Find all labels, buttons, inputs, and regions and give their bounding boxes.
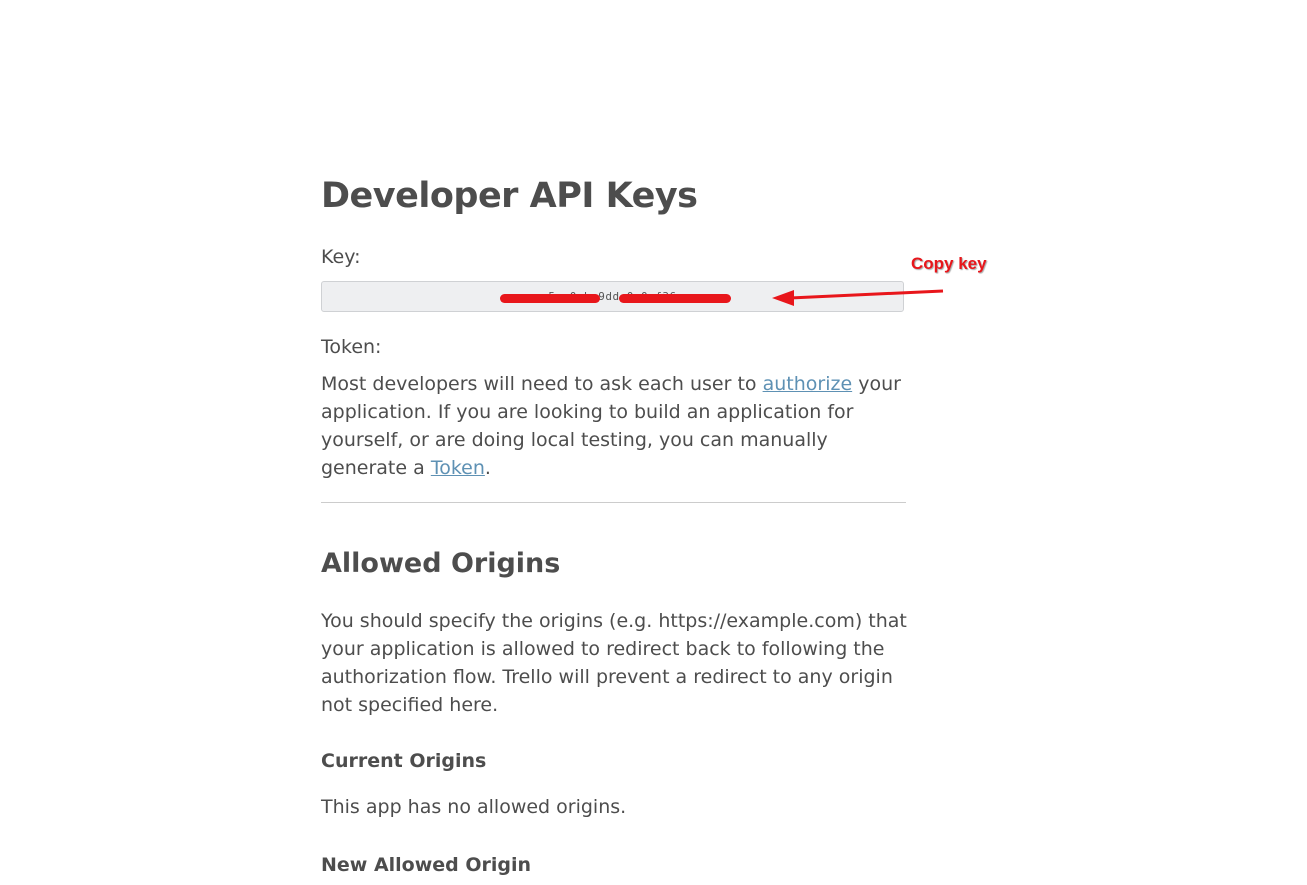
annotation-label: Copy key: [911, 254, 987, 273]
key-label: Key:: [321, 246, 361, 268]
allowed-origins-description: You should specify the origins (e.g. htt…: [321, 610, 907, 716]
token-text-1: Most developers will need to ask each us…: [321, 373, 763, 395]
token-link[interactable]: Token: [431, 457, 485, 479]
no-origins-message: This app has no allowed origins.: [321, 796, 627, 818]
redaction-mark: [619, 294, 731, 303]
token-description: Most developers will need to ask each us…: [321, 370, 911, 482]
current-origins-heading: Current Origins: [321, 750, 487, 772]
page-title: Developer API Keys: [321, 176, 698, 216]
section-divider: [321, 502, 906, 503]
authorize-link[interactable]: authorize: [763, 373, 853, 395]
new-origin-heading: New Allowed Origin: [321, 854, 532, 876]
redaction-mark: [500, 294, 600, 303]
api-key-field[interactable]: 5a 0 b 9dd 0 0 f36: [321, 281, 904, 312]
allowed-origins-title: Allowed Origins: [321, 548, 561, 579]
token-text-3: .: [484, 457, 491, 479]
token-label: Token:: [321, 336, 382, 358]
